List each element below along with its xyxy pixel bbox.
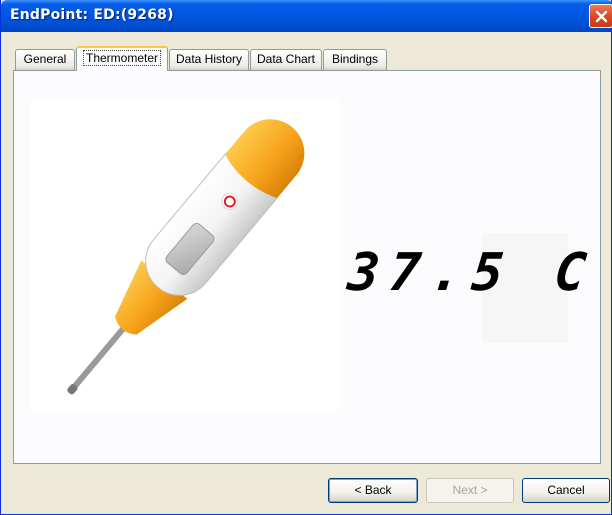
- cancel-button[interactable]: Cancel: [522, 478, 610, 503]
- tab-label: Data Chart: [256, 52, 316, 66]
- back-button[interactable]: < Back: [328, 478, 418, 503]
- close-icon: [595, 10, 608, 23]
- temperature-readout: 37.5 C: [344, 243, 599, 303]
- next-button[interactable]: Next >: [426, 478, 514, 503]
- tab-bindings[interactable]: Bindings: [323, 49, 387, 70]
- tab-label: Bindings: [331, 52, 379, 66]
- cancel-button-label: Cancel: [547, 483, 585, 497]
- close-button[interactable]: [589, 4, 612, 28]
- tab-label: General: [23, 52, 67, 66]
- back-button-label: < Back: [354, 483, 392, 497]
- window-title: EndPoint: ED:(9268): [10, 7, 174, 23]
- tab-data-history[interactable]: Data History: [169, 49, 249, 70]
- tab-thermometer[interactable]: Thermometer: [76, 46, 168, 71]
- title-bar[interactable]: EndPoint: ED:(9268): [1, 0, 612, 32]
- tab-label: Thermometer: [82, 50, 162, 66]
- tab-general[interactable]: General: [15, 49, 75, 70]
- next-button-label: Next >: [452, 483, 488, 497]
- tab-label: Data History: [175, 52, 243, 66]
- tab-data-chart[interactable]: Data Chart: [250, 49, 322, 70]
- thermometer-icon: [67, 119, 305, 395]
- endpoint-dialog: EndPoint: ED:(9268) General Thermometer …: [0, 0, 612, 515]
- thermometer-panel: 37.5 C: [13, 70, 601, 464]
- thermometer-image: [30, 99, 340, 411]
